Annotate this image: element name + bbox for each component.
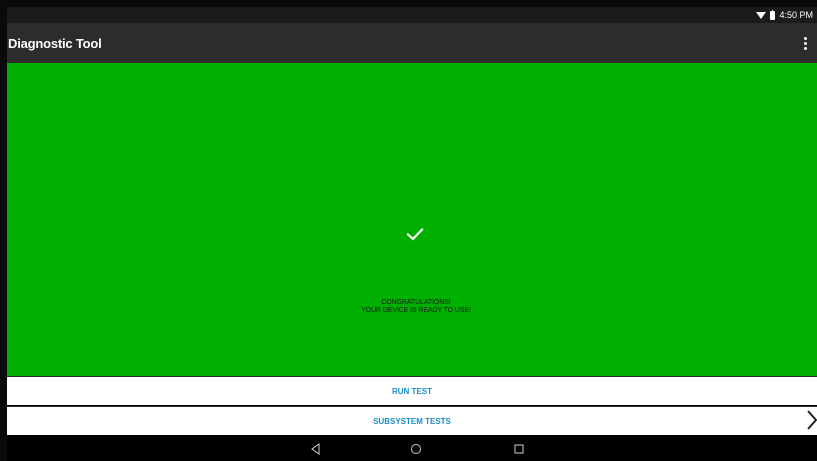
result-line-2: YOUR DEVICE IS READY TO USE! bbox=[361, 307, 471, 314]
menu-dot bbox=[803, 41, 807, 45]
result-message: CONGRATULATIONS! YOUR DEVICE IS READY TO… bbox=[7, 299, 817, 315]
status-time: 4:50 PM bbox=[779, 10, 813, 20]
subsystem-tests-button[interactable]: SUBSYSTEM TESTS bbox=[7, 406, 817, 435]
chevron-right-icon[interactable] bbox=[807, 409, 817, 431]
result-panel: CONGRATULATIONS! YOUR DEVICE IS READY TO… bbox=[7, 63, 817, 376]
result-line-1: CONGRATULATIONS! bbox=[381, 299, 451, 306]
home-icon[interactable] bbox=[409, 442, 423, 456]
navigation-bar bbox=[7, 436, 817, 461]
back-icon[interactable] bbox=[309, 442, 323, 456]
menu-dot bbox=[803, 46, 807, 50]
subsystem-tests-label: SUBSYSTEM TESTS bbox=[373, 417, 451, 426]
overflow-menu-icon[interactable] bbox=[799, 34, 811, 52]
app-bar: Diagnostic Tool bbox=[7, 23, 817, 63]
device-screen: 4:50 PM Diagnostic Tool CONGRATULATIONS!… bbox=[7, 7, 817, 461]
run-test-button[interactable]: RUN TEST bbox=[7, 376, 817, 405]
wifi-icon bbox=[756, 12, 767, 19]
recents-icon[interactable] bbox=[512, 442, 526, 456]
app-title: Diagnostic Tool bbox=[8, 36, 102, 51]
status-icons: 4:50 PM bbox=[756, 9, 813, 21]
menu-dot bbox=[803, 36, 807, 40]
battery-icon bbox=[770, 9, 776, 20]
status-bar: 4:50 PM bbox=[7, 7, 817, 23]
check-icon bbox=[406, 227, 424, 241]
